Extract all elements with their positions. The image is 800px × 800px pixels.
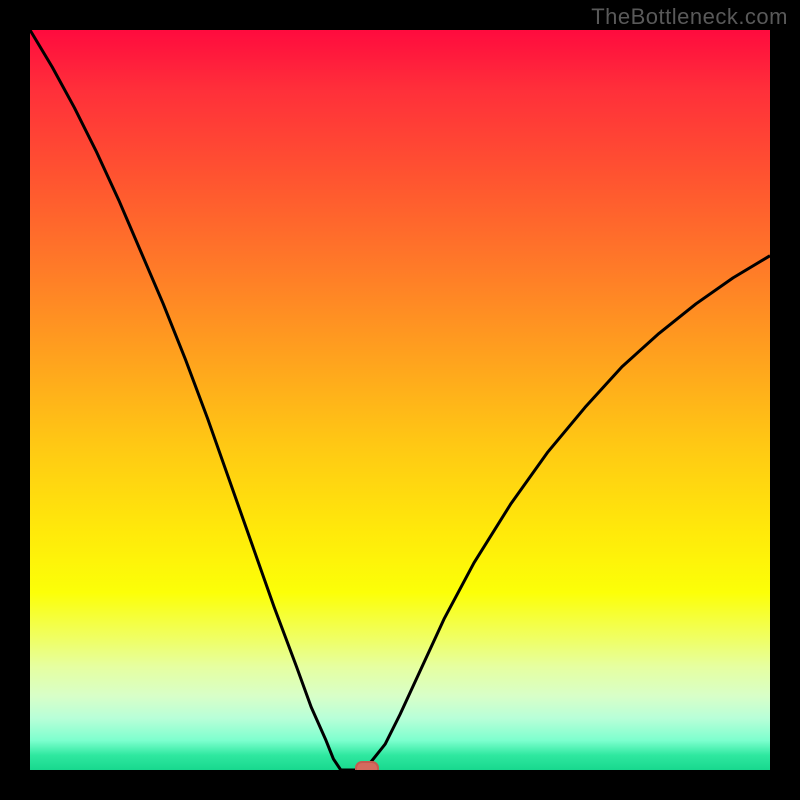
- bottleneck-curve-svg: [30, 30, 770, 770]
- watermark-text: TheBottleneck.com: [591, 4, 788, 30]
- chart-frame: TheBottleneck.com: [0, 0, 800, 800]
- bottleneck-curve-path: [30, 30, 770, 770]
- optimal-point-marker: [355, 761, 379, 770]
- plot-area: [30, 30, 770, 770]
